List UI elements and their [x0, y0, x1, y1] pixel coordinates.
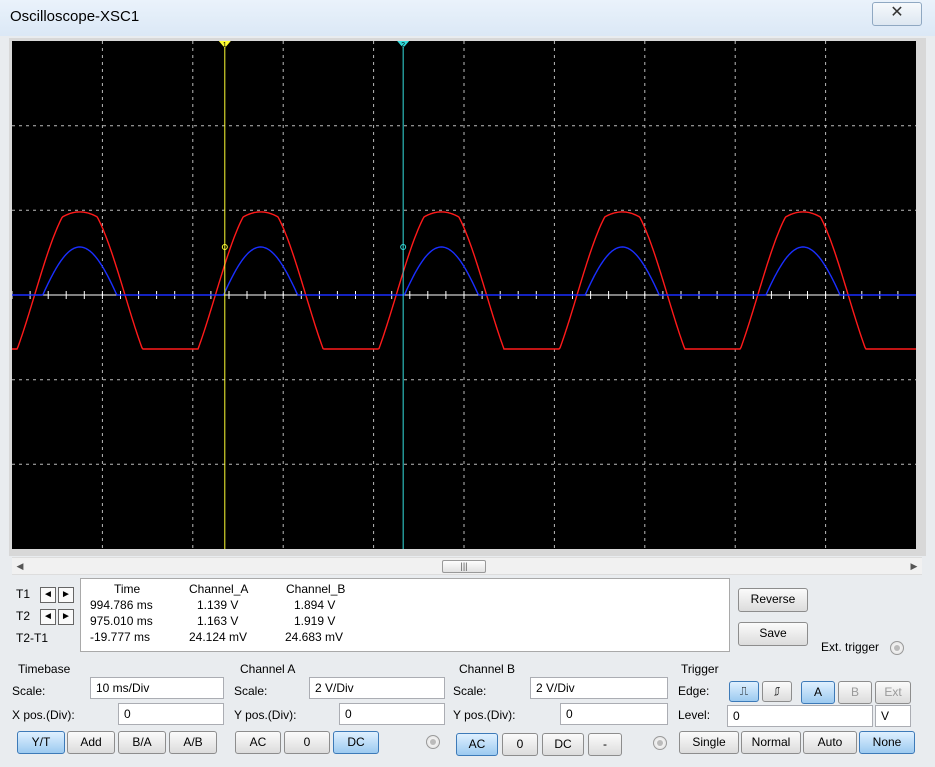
- channel-a-scale-label: Scale:: [234, 684, 268, 698]
- header-channel-a: Channel_A: [189, 582, 249, 596]
- title-bar: [0, 0, 935, 36]
- horizontal-scrollbar[interactable]: ◀ ||| ▶: [12, 557, 922, 575]
- header-channel-b: Channel_B: [286, 582, 346, 596]
- reverse-button[interactable]: Reverse: [738, 588, 808, 612]
- trigger-level-unit[interactable]: V: [875, 705, 911, 727]
- channel-a-ypos-label: Y pos.(Div):: [234, 708, 297, 722]
- mode-yt-button[interactable]: Y/T: [17, 731, 65, 754]
- t2-channel-b: 1.919 V: [294, 614, 336, 628]
- t1-left-arrow-icon[interactable]: ◄: [40, 587, 56, 603]
- delta-time: -19.777 ms: [90, 630, 151, 644]
- t2-t1-label: T2-T1: [16, 631, 49, 645]
- channel-b-ypos-field[interactable]: 0: [560, 703, 668, 725]
- mode-ba-button[interactable]: B/A: [118, 731, 166, 754]
- channel-b-ypos-label: Y pos.(Div):: [453, 708, 516, 722]
- channel-a-dc-button[interactable]: DC: [333, 731, 379, 754]
- trigger-source-a-button[interactable]: A: [801, 681, 835, 704]
- t1-channel-b: 1.894 V: [294, 598, 336, 612]
- t2-time: 975.010 ms: [90, 614, 153, 628]
- scroll-right-icon[interactable]: ▶: [907, 559, 921, 573]
- channel-b-minus-button[interactable]: -: [588, 733, 622, 756]
- channel-b-title: Channel B: [459, 662, 516, 676]
- trigger-source-b-button[interactable]: B: [838, 681, 872, 704]
- trigger-normal-button[interactable]: Normal: [741, 731, 801, 754]
- cursor-t1-label: 1: [223, 42, 227, 49]
- trigger-edge-label: Edge:: [678, 684, 710, 698]
- timebase-scale-label: Scale:: [12, 684, 46, 698]
- close-icon: ✕: [890, 4, 904, 21]
- window-title: Oscilloscope-XSC1: [10, 8, 140, 25]
- channel-a-ypos-field[interactable]: 0: [339, 703, 445, 725]
- cursor-t2-label: 2: [401, 42, 405, 49]
- t2-label: T2: [16, 609, 31, 623]
- cursor-controls: T1 ◄ ► T2 ◄ ► T2-T1: [10, 583, 78, 649]
- trigger-auto-button[interactable]: Auto: [803, 731, 857, 754]
- channel-a-title: Channel A: [240, 662, 296, 676]
- close-button[interactable]: ✕: [872, 2, 922, 26]
- timebase-scale-field[interactable]: 10 ms/Div: [90, 677, 224, 699]
- channel-b-zero-button[interactable]: 0: [502, 733, 538, 756]
- trigger-level-field[interactable]: 0: [727, 705, 873, 727]
- falling-edge-button[interactable]: ⎎: [762, 681, 792, 702]
- channel-a-connector[interactable]: [426, 735, 440, 749]
- delta-channel-b: 24.683 mV: [285, 630, 344, 644]
- timebase-xpos-field[interactable]: 0: [118, 703, 224, 725]
- ext-trigger-label: Ext. trigger: [821, 640, 880, 654]
- save-button[interactable]: Save: [738, 622, 808, 646]
- header-time: Time: [114, 582, 141, 596]
- channel-a-scale-field[interactable]: 2 V/Div: [309, 677, 445, 699]
- scroll-thumb[interactable]: |||: [442, 560, 486, 573]
- scroll-left-icon[interactable]: ◀: [13, 559, 27, 573]
- channel-a-zero-button[interactable]: 0: [284, 731, 330, 754]
- scope-screen[interactable]: 1 2: [12, 41, 916, 549]
- rising-edge-button[interactable]: ⎍: [729, 681, 759, 702]
- t1-channel-a: 1.139 V: [197, 598, 239, 612]
- mode-ab-button[interactable]: A/B: [169, 731, 217, 754]
- timebase-title: Timebase: [18, 662, 71, 676]
- channel-b-ac-button[interactable]: AC: [456, 733, 498, 756]
- t1-label: T1: [16, 587, 31, 601]
- trigger-title: Trigger: [681, 662, 719, 676]
- t1-time: 994.786 ms: [90, 598, 153, 612]
- t1-right-arrow-icon[interactable]: ►: [58, 587, 74, 603]
- channel-b-dc-button[interactable]: DC: [542, 733, 584, 756]
- falling-edge-icon: ⎎: [773, 684, 781, 698]
- trigger-single-button[interactable]: Single: [679, 731, 739, 754]
- trigger-level-label: Level:: [678, 708, 711, 722]
- channel-b-scale-field[interactable]: 2 V/Div: [530, 677, 668, 699]
- channel-b-connector[interactable]: [653, 736, 667, 750]
- t2-right-arrow-icon[interactable]: ►: [58, 609, 74, 625]
- channel-a-ac-button[interactable]: AC: [235, 731, 281, 754]
- trigger-source-ext-button[interactable]: Ext: [875, 681, 911, 704]
- ext-trigger-connector[interactable]: [890, 641, 904, 655]
- cursor-readout-table: Time Channel_A Channel_B 994.786 ms 1.13…: [80, 578, 730, 652]
- trigger-none-button[interactable]: None: [859, 731, 915, 754]
- timebase-xpos-label: X pos.(Div):: [12, 708, 75, 722]
- t2-channel-a: 1.163 V: [197, 614, 239, 628]
- t2-left-arrow-icon[interactable]: ◄: [40, 609, 56, 625]
- delta-channel-a: 24.124 mV: [189, 630, 248, 644]
- rising-edge-icon: ⎍: [739, 684, 749, 698]
- mode-add-button[interactable]: Add: [67, 731, 115, 754]
- channel-b-scale-label: Scale:: [453, 684, 487, 698]
